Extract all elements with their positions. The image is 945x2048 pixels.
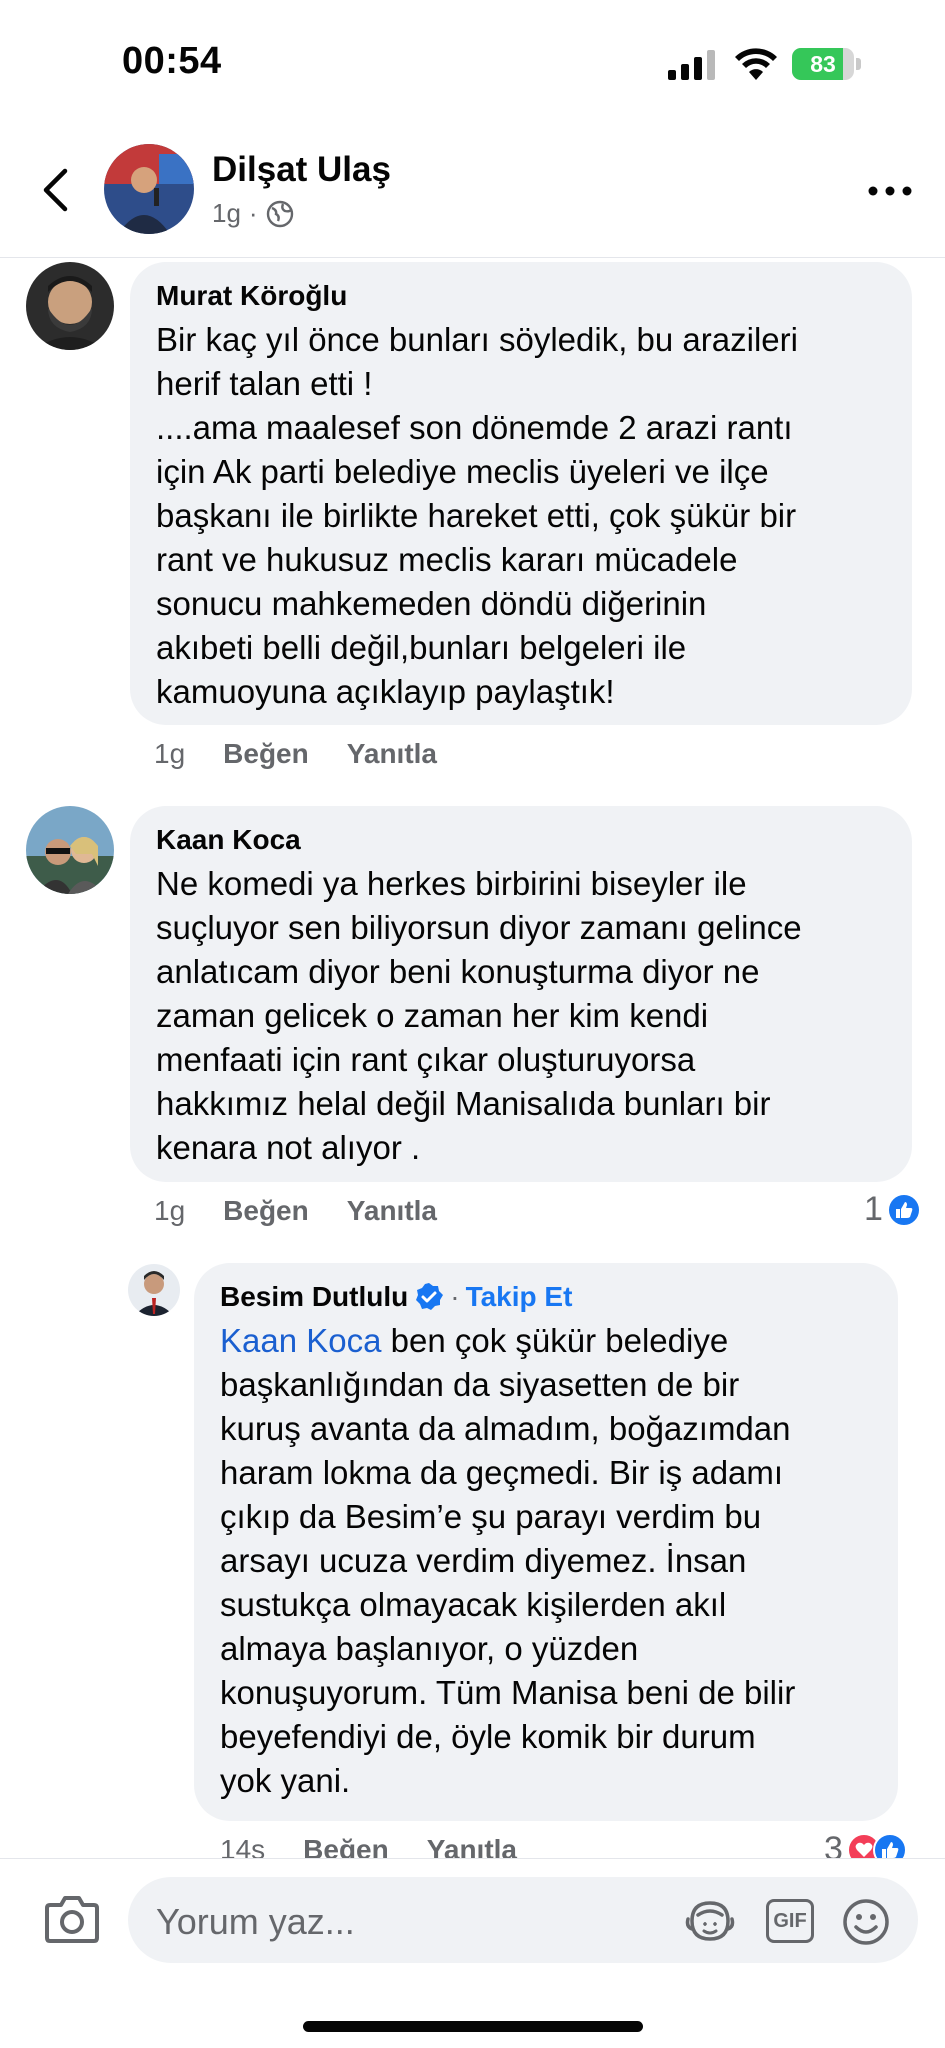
comment-line: Kaan Koca ben çok şükür belediye — [220, 1319, 872, 1363]
comment-author[interactable]: Murat Köroğlu — [156, 280, 886, 312]
meta-separator: · — [248, 198, 258, 228]
verified-badge-icon — [416, 1283, 444, 1310]
comment-line: beyefendiyi de, öyle komik bir durum — [220, 1718, 756, 1755]
comment-line: başkanlığından da siyasetten de bir — [220, 1366, 740, 1403]
comment-line: başkanı ile birlikte hareket etti, çok ş… — [156, 497, 797, 534]
like-button[interactable]: Beğen — [223, 1195, 309, 1227]
comment-line: çıkıp da Besim’e şu parayı verdim bu — [220, 1498, 762, 1535]
comment-time: 1g — [154, 738, 186, 769]
comment-text: Kaan Koca ben çok şükür belediye başkanl… — [220, 1319, 872, 1803]
comment-actions: 1g Beğen Yanıtla — [154, 1195, 437, 1227]
poster-avatar[interactable] — [104, 144, 194, 234]
reaction-summary[interactable]: 1 — [864, 1190, 921, 1229]
comment-bubble: Murat Köroğlu Bir kaç yıl önce bunları s… — [130, 262, 912, 725]
cellular-signal-icon — [668, 50, 715, 80]
home-indicator — [303, 2021, 643, 2032]
avatar[interactable] — [26, 262, 114, 350]
comment-line: herif talan etti ! — [156, 365, 373, 402]
comment-text: Ne komedi ya herkes birbirini biseyler i… — [156, 862, 886, 1170]
emoji-icon[interactable] — [841, 1897, 891, 1947]
more-options-button[interactable] — [862, 176, 918, 206]
comment-bubble: Kaan Koca Ne komedi ya herkes birbirini … — [130, 806, 912, 1182]
poster-name[interactable]: Dilşat Ulaş — [212, 150, 391, 190]
comment-line: suçluyor sen biliyorsun diyor zamanı gel… — [156, 909, 802, 946]
comment-author-row: Besim Dutlulu · Takip Et — [220, 1281, 872, 1313]
follow-button[interactable]: Takip Et — [466, 1281, 573, 1313]
comment-line: ....ama maalesef son dönemde 2 arazi ran… — [156, 409, 793, 446]
wifi-icon — [735, 48, 777, 80]
avatar[interactable] — [128, 1264, 180, 1316]
comment-line: sustukça olmayacak kişilerden akıl — [220, 1586, 727, 1623]
comment-line: menfaati için rant çıkar oluşturuyorsa — [156, 1041, 696, 1078]
comment-line: Bir kaç yıl önce bunları söyledik, bu ar… — [156, 321, 798, 358]
comment-time: 1g — [154, 1195, 186, 1226]
comment-input-placeholder: Yorum yaz... — [156, 1901, 355, 1942]
post-header: Dilşat Ulaş 1g · — [0, 120, 945, 258]
post-meta: 1g · — [212, 198, 294, 229]
camera-icon[interactable] — [44, 1893, 100, 1945]
comment-line: anlatıcam diyor beni konuşturma diyor ne — [156, 953, 760, 990]
chevron-left-icon — [43, 168, 68, 212]
like-reaction-icon — [886, 1192, 921, 1227]
avatar-sticker-icon[interactable] — [684, 1897, 736, 1945]
comment-text: Bir kaç yıl önce bunları söyledik, bu ar… — [156, 318, 886, 714]
status-bar: 00:54 83 — [0, 0, 945, 120]
comment-author[interactable]: Besim Dutlulu — [220, 1281, 408, 1313]
reaction-count: 1 — [864, 1190, 883, 1228]
comment-composer: Yorum yaz... GIF — [0, 1858, 945, 2048]
back-button[interactable] — [30, 160, 80, 220]
gif-button[interactable]: GIF — [766, 1899, 814, 1943]
comment-line: konuşuyorum. Tüm Manisa beni de bilir — [220, 1674, 796, 1711]
status-time: 00:54 — [122, 40, 222, 82]
meta-separator: · — [450, 1281, 460, 1312]
avatar[interactable] — [26, 806, 114, 894]
comment-bubble: Besim Dutlulu · Takip Et Kaan Koca ben ç… — [194, 1263, 898, 1821]
comment-line: arsayı ucuza verdim diyemez. İnsan — [220, 1542, 747, 1579]
comment-line: kuruş avanta da almadım, boğazımdan — [220, 1410, 791, 1447]
comment-line: Ne komedi ya herkes birbirini biseyler i… — [156, 865, 747, 902]
battery-indicator: 83 — [792, 48, 862, 80]
reply-button[interactable]: Yanıtla — [347, 738, 437, 770]
comment-line: kenara not alıyor . — [156, 1129, 421, 1166]
globe-icon — [266, 200, 293, 227]
comment-line: kamuoyuna açıklayıp paylaştık! — [156, 673, 615, 710]
comment-line-text: ben çok şükür belediye — [381, 1322, 729, 1359]
comment-actions: 1g Beğen Yanıtla — [154, 738, 437, 770]
comment-author[interactable]: Kaan Koca — [156, 824, 886, 856]
comment-line: zaman gelicek o zaman her kim kendi — [156, 997, 709, 1034]
like-button[interactable]: Beğen — [223, 738, 309, 770]
more-horizontal-icon — [868, 186, 912, 196]
comment-line: akıbeti belli değil,bunları belgeleri il… — [156, 629, 687, 666]
gif-label: GIF — [773, 1909, 807, 1932]
mention-link[interactable]: Kaan Koca — [220, 1322, 381, 1359]
comment-line: için Ak parti belediye meclis üyeleri ve… — [156, 453, 769, 490]
comment-input[interactable]: Yorum yaz... GIF — [128, 1877, 918, 1963]
post-time: 1g — [212, 198, 241, 228]
battery-percentage: 83 — [810, 51, 836, 77]
comment-line: almaya başlanıyor, o yüzden — [220, 1630, 639, 1667]
comment-line: yok yani. — [220, 1762, 351, 1799]
comment-line: rant ve hukusuz meclis kararı mücadele — [156, 541, 738, 578]
reply-button[interactable]: Yanıtla — [347, 1195, 437, 1227]
comment-line: haram lokma da geçmedi. Bir iş adamı — [220, 1454, 784, 1491]
comment-line: sonucu mahkemeden döndü diğerinin — [156, 585, 707, 622]
comment-line: hakkımız helal değil Manisalıda bunları … — [156, 1085, 771, 1122]
